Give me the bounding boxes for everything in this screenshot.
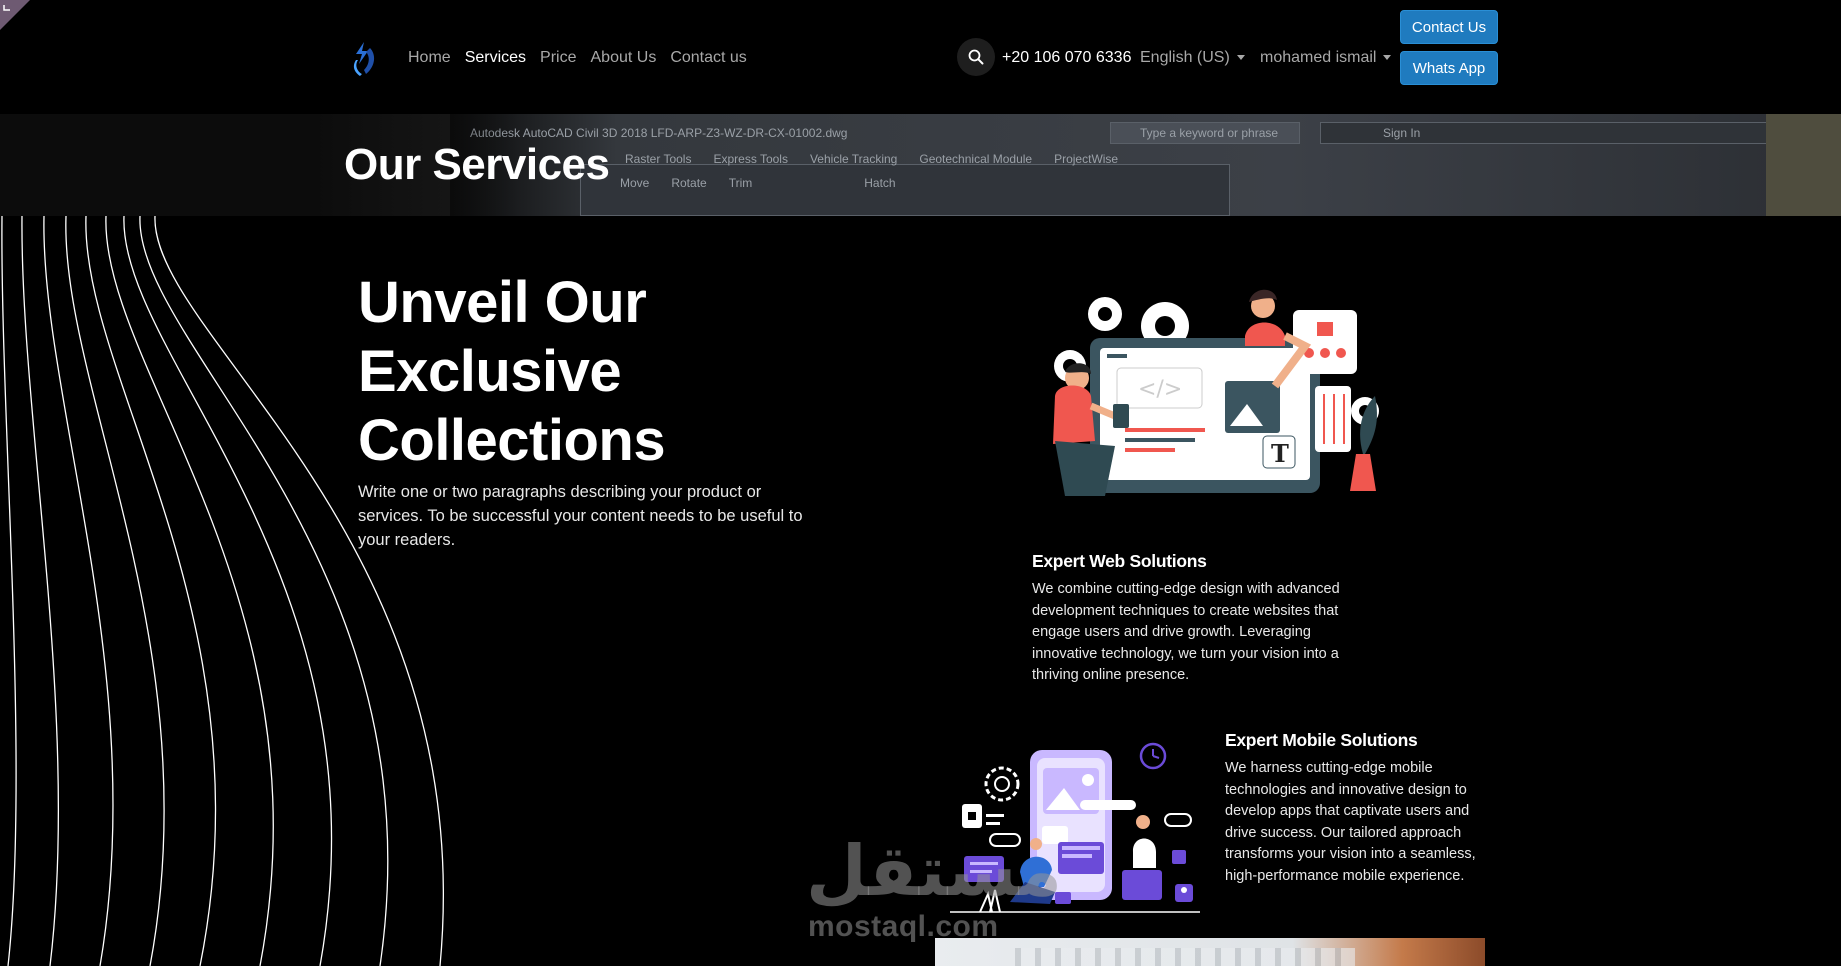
- user-dropdown[interactable]: mohamed ismail: [1260, 49, 1392, 67]
- language-label: English (US): [1140, 49, 1230, 66]
- nav-contact-us[interactable]: Contact us: [670, 49, 746, 67]
- bg-search-text: Type a keyword or phrase: [1140, 126, 1279, 140]
- web-development-illustration: </> T: [1053, 289, 1379, 496]
- chevron-down-icon: [1236, 55, 1245, 61]
- logo-icon[interactable]: [350, 40, 378, 78]
- phone-number[interactable]: +20 106 070 6336: [1002, 49, 1131, 67]
- bg-tool-item: Trim: [728, 176, 753, 190]
- user-name: mohamed ismail: [1260, 49, 1377, 66]
- bg-signin-text: Sign In: [1383, 126, 1421, 140]
- nav-price[interactable]: Price: [540, 49, 576, 67]
- search-button[interactable]: [957, 38, 995, 76]
- hero-title-line: Exclusive: [358, 339, 622, 404]
- bg-menu-item: Raster Tools: [625, 152, 692, 166]
- service-card-title: Expert Web Solutions: [1032, 551, 1207, 571]
- nav-about-us[interactable]: About Us: [591, 49, 657, 67]
- bg-ribbon-tools: Move Rotate Trim Hatch: [620, 176, 896, 196]
- nav-home[interactable]: Home: [408, 49, 451, 67]
- bg-search: Type a keyword or phrase: [1140, 126, 1278, 146]
- bg-tool-item: Hatch: [864, 176, 896, 190]
- contact-us-button[interactable]: Contact Us: [1400, 10, 1498, 44]
- bg-menu-item: Express Tools: [713, 152, 788, 166]
- page-title: Our Services: [344, 140, 610, 189]
- hero-description: Write one or two paragraphs describing y…: [358, 483, 803, 549]
- image-detail: [1015, 948, 1355, 966]
- bg-tool-item: Rotate: [671, 176, 707, 190]
- svg-text:T: T: [1271, 439, 1289, 468]
- search-icon: [968, 49, 984, 65]
- hero-title-line: Unveil Our: [358, 270, 647, 335]
- hero-title: Unveil Our Exclusive Collections: [358, 268, 666, 475]
- bg-menu-item: ProjectWise: [1054, 152, 1119, 166]
- corner-badge-icon: [0, 0, 30, 30]
- whatsapp-button[interactable]: Whats App: [1400, 51, 1498, 85]
- nav-services[interactable]: Services: [465, 49, 526, 67]
- page-banner: Autodesk AutoCAD Civil 3D 2018 LFD-ARP-Z…: [0, 114, 1841, 216]
- hero-title-line: Collections: [358, 408, 666, 473]
- bg-menu-item: Geotechnical Module: [919, 152, 1033, 166]
- bg-tool-item: Move: [620, 176, 650, 190]
- language-dropdown[interactable]: English (US): [1140, 49, 1245, 67]
- next-section-image: [935, 938, 1485, 966]
- service-card-description: We combine cutting-edge design with adva…: [1032, 581, 1340, 683]
- site-header: Home Services Price About Us Contact us …: [0, 0, 1841, 114]
- service-card-title: Expert Mobile Solutions: [1225, 730, 1418, 750]
- service-card-description: We harness cutting-edge mobile technolog…: [1225, 760, 1476, 884]
- watermark-arabic: مستقل: [806, 830, 1063, 912]
- chevron-down-icon: [1383, 55, 1392, 61]
- svg-text:</>: </>: [1138, 377, 1182, 402]
- bg-menu-item: Vehicle Tracking: [809, 152, 898, 166]
- main-nav: Home Services Price About Us Contact us: [408, 49, 747, 67]
- bg-signin: Sign In: [1383, 126, 1420, 146]
- banner-right-edge: [1766, 114, 1841, 216]
- bg-ribbon-tabs: Raster Tools Express Tools Vehicle Track…: [625, 152, 1118, 172]
